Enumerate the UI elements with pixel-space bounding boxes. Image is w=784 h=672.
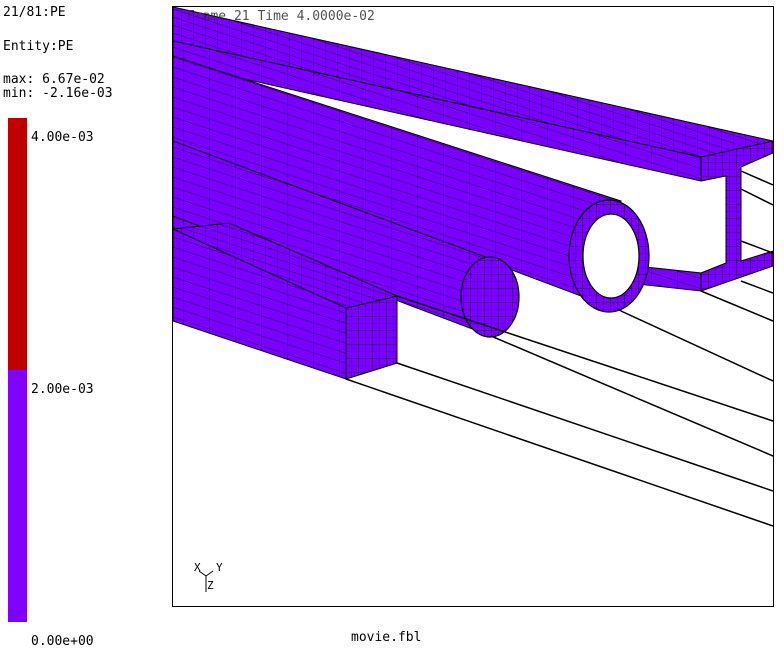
filename-label: movie.fbl xyxy=(351,630,422,645)
entity-label: Entity:PE xyxy=(3,39,74,54)
legend-label-high: 4.00e-03 xyxy=(31,130,94,145)
legend-bar-high xyxy=(8,118,27,370)
axis-x-label: X xyxy=(194,561,201,574)
legend-label-low: 0.00e+00 xyxy=(31,634,94,649)
model-viewport[interactable]: Frame 21 Time 4.0000e-02 X Y Z xyxy=(172,6,774,607)
mesh-drawing xyxy=(173,7,773,592)
legend-label-mid: 2.00e-03 xyxy=(31,382,94,397)
axis-z-label: Z xyxy=(207,579,214,592)
axis-y-label: Y xyxy=(216,561,223,574)
max-value: max: 6.67e-02 xyxy=(3,72,105,87)
legend-bar-low xyxy=(8,370,27,622)
frame-title: Frame 21 Time 4.0000e-02 xyxy=(187,9,375,24)
frame-counter: 21/81:PE xyxy=(3,5,66,20)
min-value: min: -2.16e-03 xyxy=(3,86,113,101)
